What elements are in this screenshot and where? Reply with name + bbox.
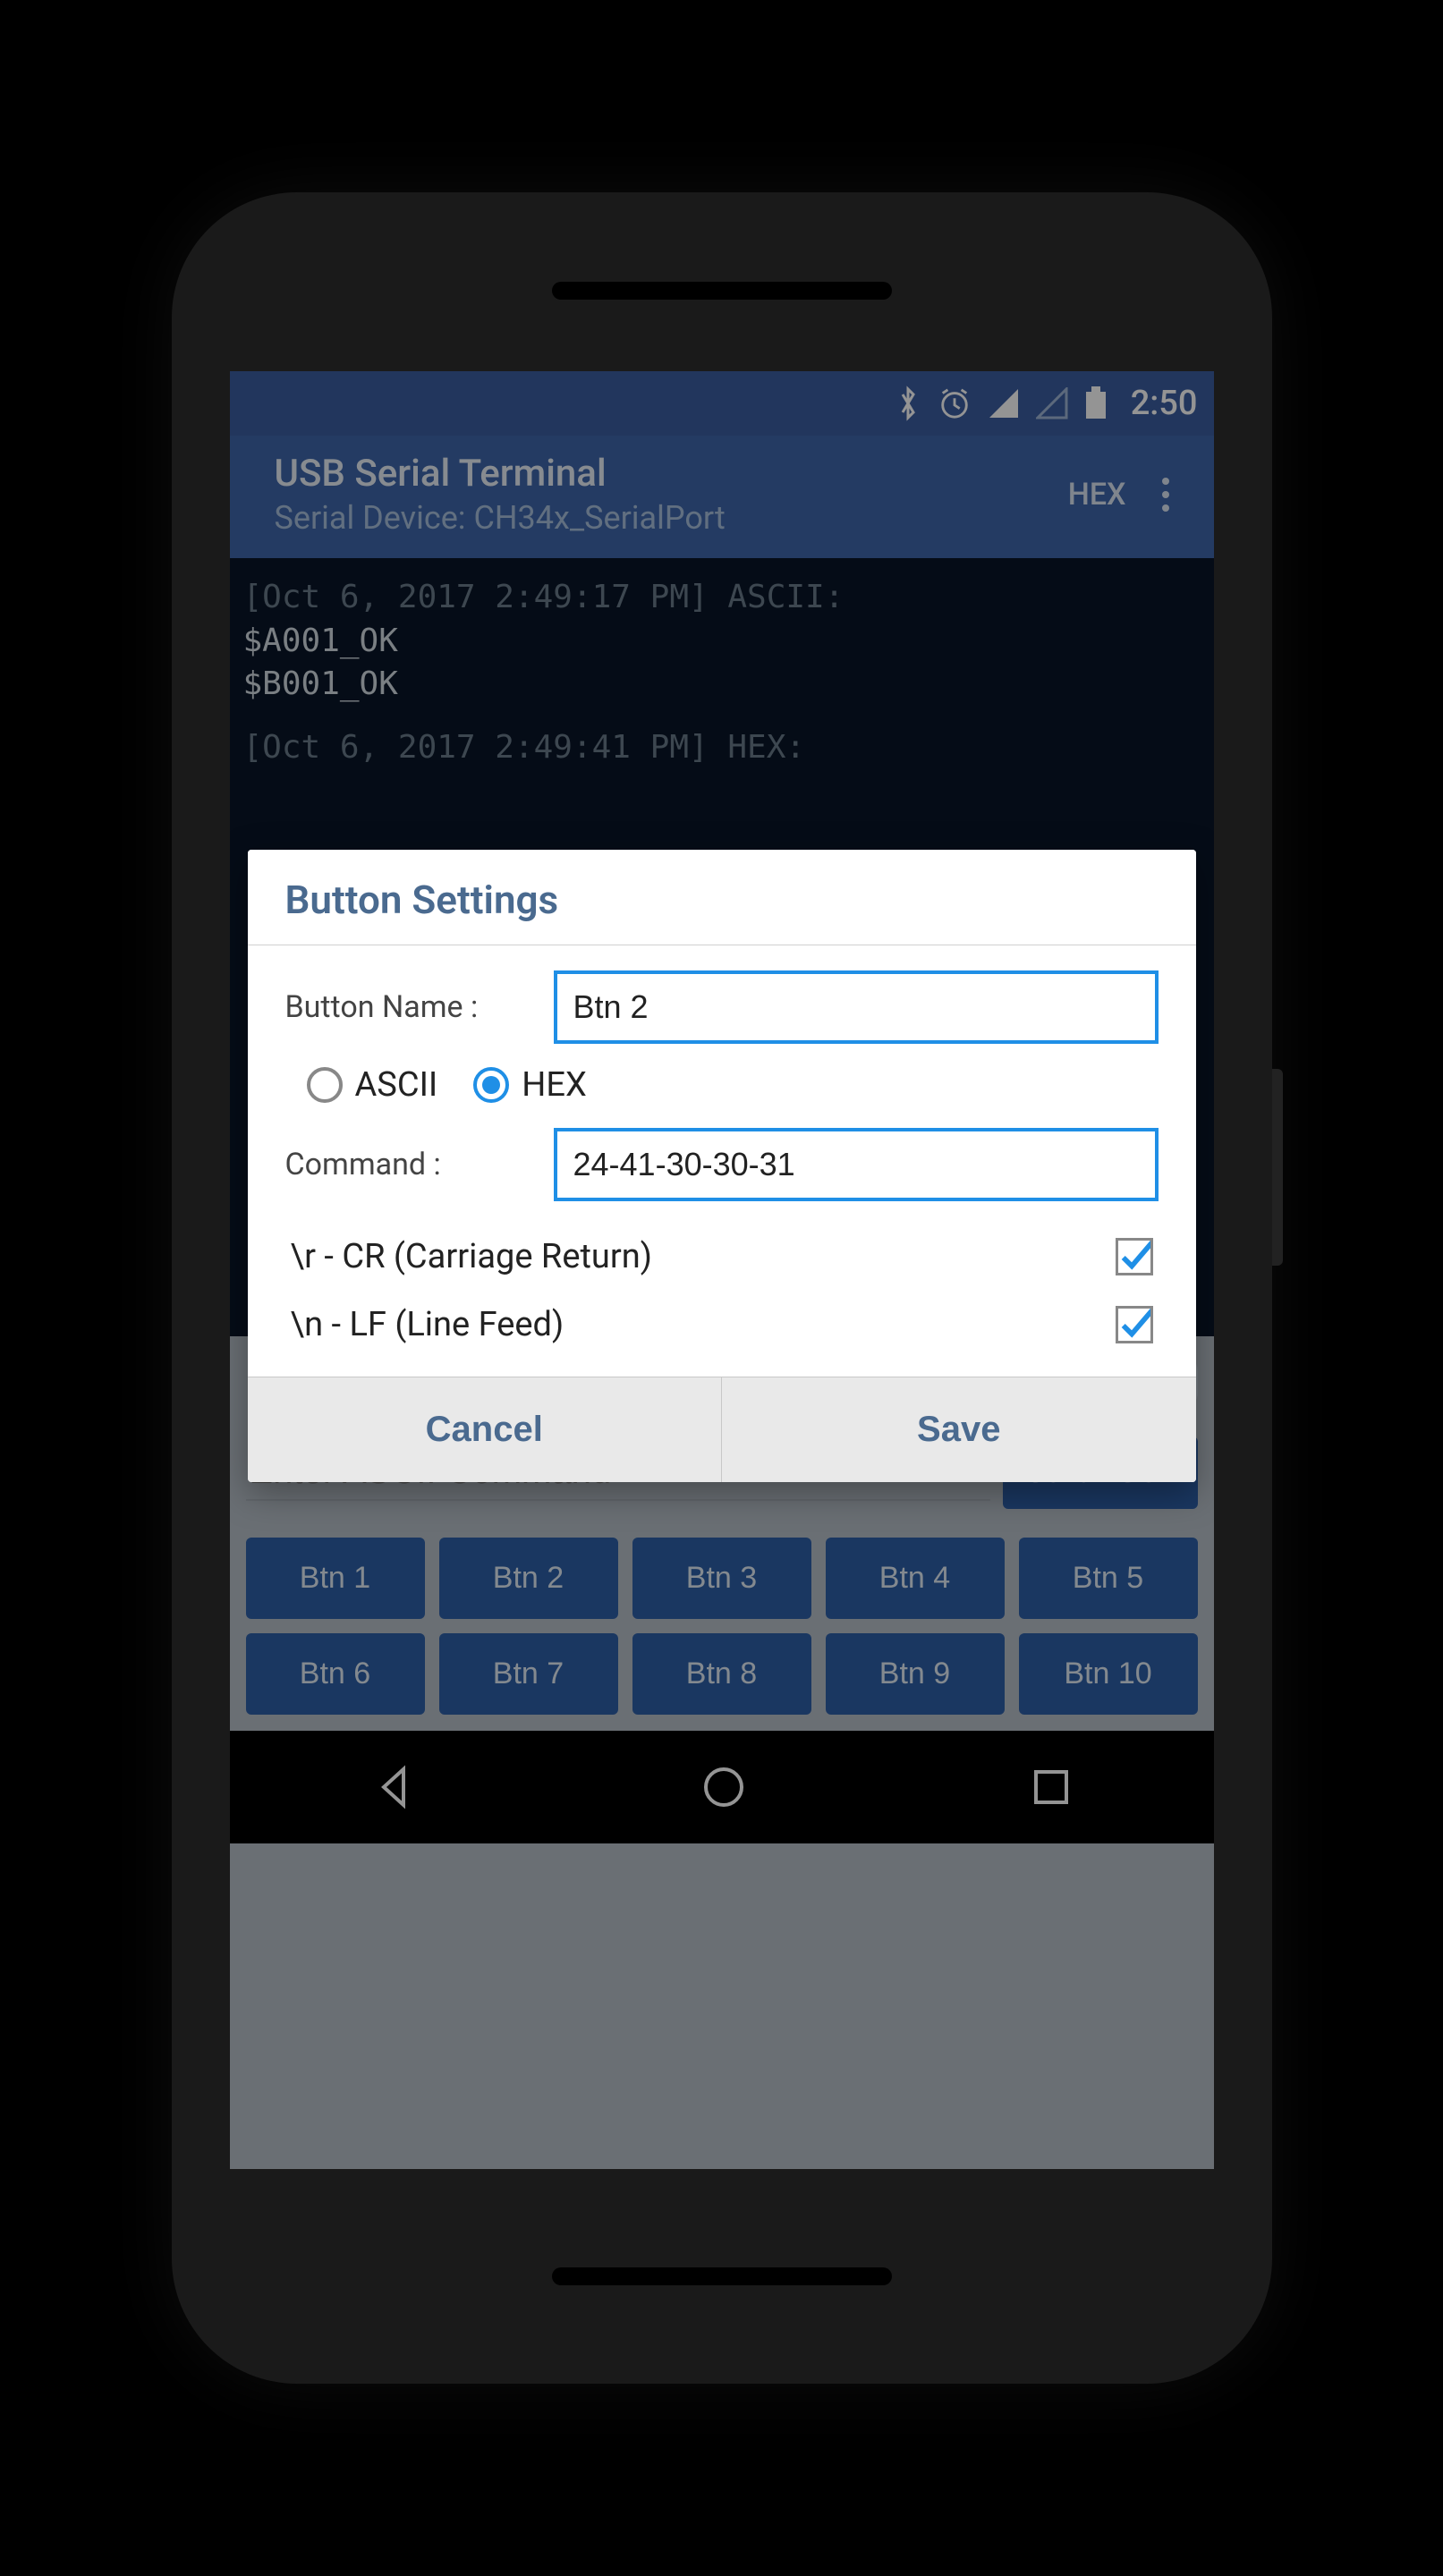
screen: 2:50 USB Serial Terminal Serial Device: … — [230, 371, 1214, 2169]
command-label: Command : — [285, 1147, 545, 1182]
command-row-dialog: Command : — [285, 1128, 1159, 1201]
lf-checkbox-row: \n - LF (Line Feed) — [285, 1291, 1159, 1359]
lf-label: \n - LF (Line Feed) — [291, 1305, 564, 1344]
radio-ascii[interactable]: ASCII — [307, 1065, 438, 1105]
dialog-actions: Cancel Save — [248, 1377, 1196, 1482]
radio-hex[interactable]: HEX — [473, 1065, 587, 1105]
encoding-radio-group: ASCII HEX — [285, 1065, 1159, 1105]
cancel-button[interactable]: Cancel — [248, 1377, 723, 1482]
save-button[interactable]: Save — [722, 1377, 1196, 1482]
check-icon — [1118, 1240, 1150, 1274]
button-name-row: Button Name : — [285, 970, 1159, 1044]
button-settings-dialog: Button Settings Button Name : ASCII HEX — [248, 850, 1196, 1482]
command-input-dialog[interactable] — [554, 1128, 1159, 1201]
dialog-title: Button Settings — [248, 850, 1196, 945]
phone-frame: 2:50 USB Serial Terminal Serial Device: … — [172, 192, 1272, 2384]
cr-label: \r - CR (Carriage Return) — [291, 1237, 652, 1276]
button-name-input[interactable] — [554, 970, 1159, 1044]
cr-checkbox[interactable] — [1116, 1238, 1153, 1275]
cr-checkbox-row: \r - CR (Carriage Return) — [285, 1223, 1159, 1291]
phone-side-button — [1272, 1069, 1283, 1266]
radio-ascii-label: ASCII — [355, 1065, 438, 1105]
lf-checkbox[interactable] — [1116, 1306, 1153, 1343]
dialog-body: Button Name : ASCII HEX Command : — [248, 945, 1196, 1377]
button-name-label: Button Name : — [285, 989, 545, 1025]
radio-hex-label: HEX — [522, 1065, 587, 1105]
check-icon — [1118, 1308, 1150, 1342]
